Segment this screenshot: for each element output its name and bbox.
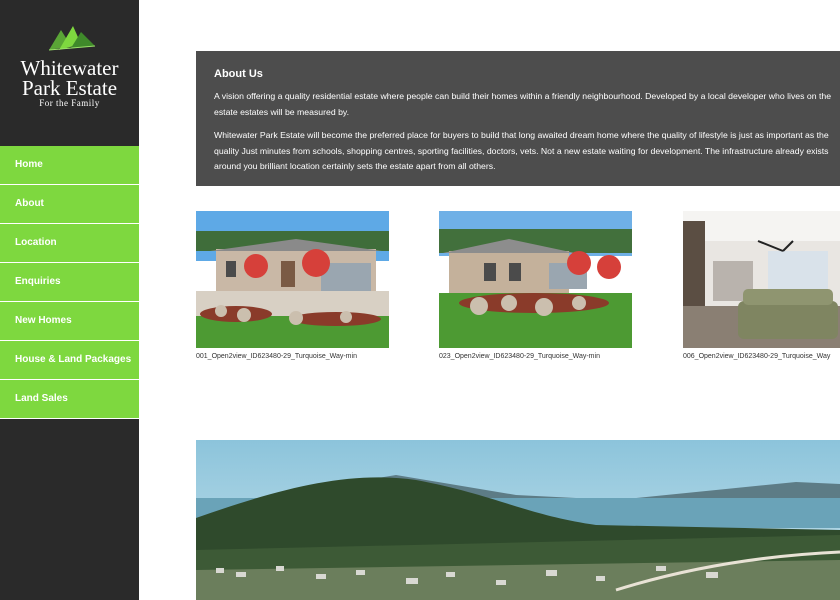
gallery-caption-1: 001_Open2view_ID623480-29_Turquoise_Way-… — [196, 353, 357, 360]
site-logo[interactable]: Whitewater Park Estate For the Family — [0, 0, 139, 146]
about-paragraph-2: Whitewater Park Estate will become the p… — [214, 130, 829, 171]
about-paragraph-1: A vision offering a quality residential … — [214, 91, 832, 117]
gallery-image-3[interactable] — [683, 211, 840, 348]
nav-item-house-land-packages[interactable]: House & Land Packages — [0, 341, 139, 380]
nav-item-enquiries[interactable]: Enquiries — [0, 263, 139, 302]
gallery-caption-2: 023_Open2view_ID623480-29_Turquoise_Way-… — [439, 353, 600, 360]
nav-item-land-sales[interactable]: Land Sales — [0, 380, 139, 419]
brand-name-line2: Park Estate — [21, 76, 118, 100]
nav-item-home[interactable]: Home — [0, 146, 139, 185]
nav-item-new-homes[interactable]: New Homes — [0, 302, 139, 341]
about-section: About Us A vision offering a quality res… — [196, 51, 840, 186]
nav-item-about[interactable]: About — [0, 185, 139, 224]
gallery-image-1[interactable] — [196, 211, 389, 348]
leaf-logo-icon — [48, 26, 96, 51]
estate-panorama-image — [196, 440, 840, 600]
main-nav: Home About Location Enquiries New Homes … — [0, 146, 139, 419]
sidebar: Whitewater Park Estate For the Family Ho… — [0, 0, 139, 600]
brand-tagline: For the Family — [39, 98, 100, 108]
nav-item-location[interactable]: Location — [0, 224, 139, 263]
about-title: About Us — [214, 68, 263, 80]
gallery-caption-3: 006_Open2view_ID623480-29_Turquoise_Way — [683, 353, 831, 360]
gallery-image-2[interactable] — [439, 211, 632, 348]
